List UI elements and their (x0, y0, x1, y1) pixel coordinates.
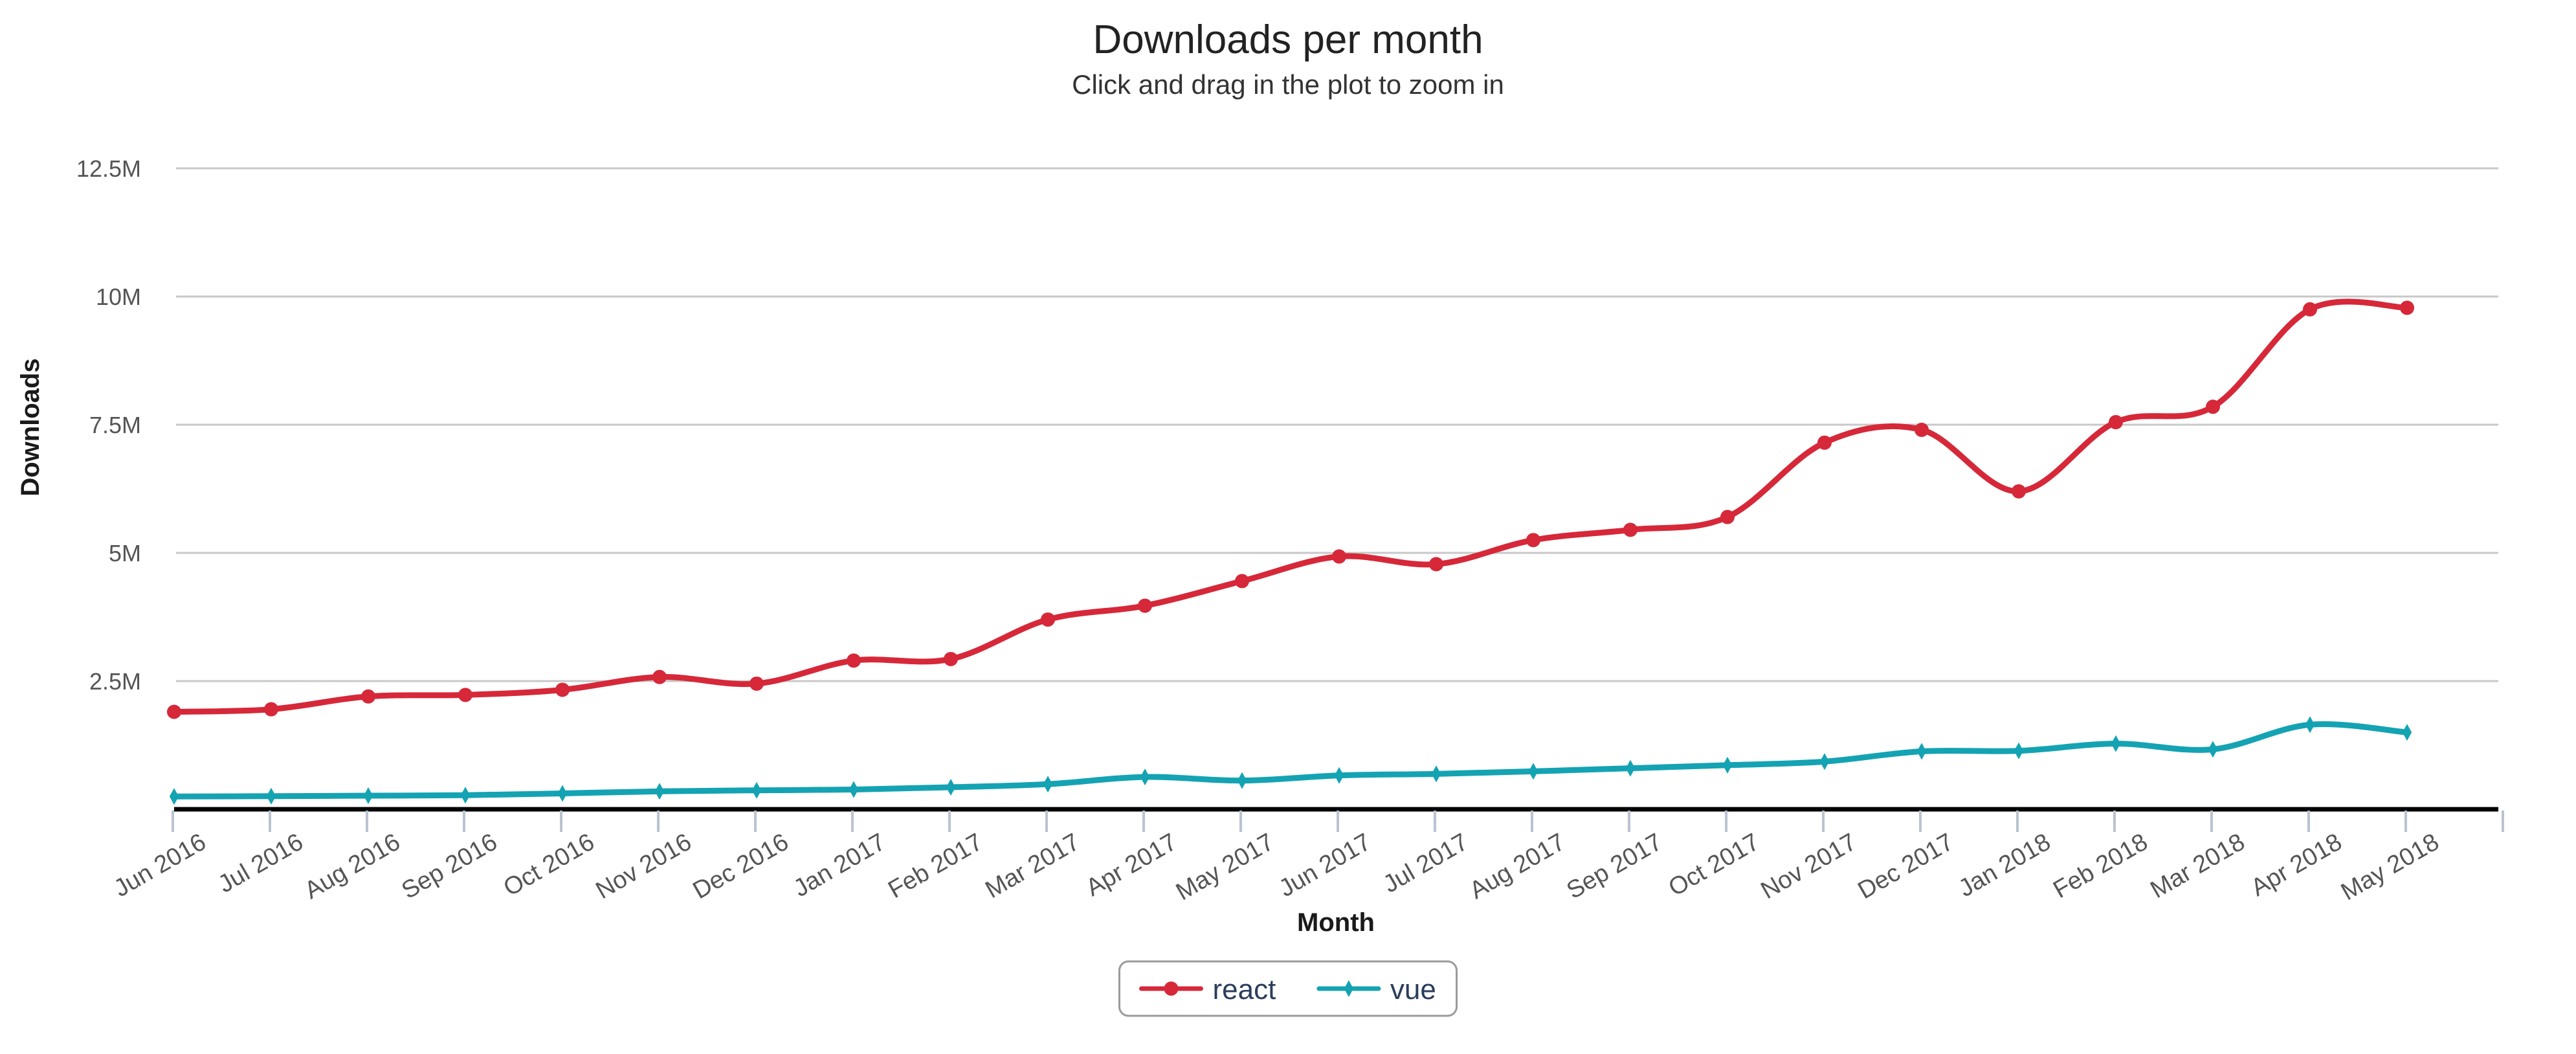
data-point-vue[interactable] (2014, 742, 2024, 759)
series-line-react[interactable] (171, 298, 2410, 715)
series-lines-group[interactable] (171, 298, 2410, 800)
series-line-vue[interactable] (171, 721, 2410, 800)
data-point-react[interactable] (167, 704, 181, 719)
x-axis-tick-label: Feb 2017 (883, 828, 987, 904)
data-point-react[interactable] (2400, 300, 2414, 315)
chart-subtitle: Click and drag in the plot to zoom in (1072, 69, 1504, 100)
data-point-react[interactable] (2109, 415, 2123, 430)
data-point-vue[interactable] (1237, 772, 1247, 789)
downloads-per-month-chart[interactable]: Downloads per month Click and drag in th… (0, 0, 2576, 1054)
data-point-vue[interactable] (1431, 765, 1441, 783)
y-axis-tick-label: 7.5M (89, 412, 141, 438)
gridlines-group (176, 167, 2498, 682)
x-axis-tick-label: Mar 2017 (981, 828, 1084, 904)
data-point-vue[interactable] (751, 781, 762, 799)
x-axis-tick-label: Apr 2017 (1082, 828, 1182, 901)
data-point-react[interactable] (1235, 574, 1249, 589)
data-point-react[interactable] (749, 676, 764, 691)
data-point-vue[interactable] (946, 778, 956, 796)
x-axis-tick-label: Jan 2017 (789, 828, 890, 903)
x-axis-tick-label: Apr 2018 (2247, 828, 2347, 901)
data-point-vue[interactable] (557, 785, 568, 802)
x-axis-tick-label: May 2018 (2337, 828, 2444, 906)
x-axis-tick-label: Aug 2017 (1465, 828, 1570, 904)
y-axis-tick-label: 2.5M (89, 668, 141, 695)
x-axis-tick-label: Sep 2016 (397, 828, 502, 904)
data-point-react[interactable] (264, 702, 278, 717)
data-point-vue[interactable] (2402, 724, 2412, 741)
x-axis-tick-labels: Jun 2016 Jul 2016Aug 2016Sep 2016Oct 2016… (109, 828, 2443, 906)
data-point-vue[interactable] (2111, 735, 2121, 752)
x-axis-title: Month (1297, 908, 1375, 937)
data-point-vue[interactable] (1043, 776, 1053, 793)
data-point-react[interactable] (1720, 510, 1735, 524)
x-axis-tick-label: Jul 2016 (214, 828, 307, 898)
x-axis-tick-label: Jun 2017 (1274, 828, 1375, 903)
data-point-react[interactable] (458, 688, 472, 702)
data-point-vue[interactable] (460, 787, 471, 804)
data-point-react[interactable] (1817, 435, 1832, 450)
data-point-vue[interactable] (169, 788, 179, 805)
y-axis-tick-label: 5M (109, 540, 141, 566)
data-point-react[interactable] (1915, 422, 1929, 437)
y-axis-tick-labels: 2.5M 5M 7.5M 10M 12.5M (76, 155, 141, 695)
legend-label-vue[interactable]: vue (1390, 974, 1436, 1005)
x-axis-tick-label: Aug 2016 (300, 828, 405, 904)
data-point-react[interactable] (2303, 302, 2317, 317)
legend-marker-react[interactable] (1164, 981, 1179, 996)
data-point-react[interactable] (555, 682, 570, 697)
y-axis-tick-label: 10M (96, 284, 141, 310)
data-point-react[interactable] (2012, 484, 2026, 499)
data-point-react[interactable] (1623, 522, 1638, 537)
x-axis-tick-label: Jan 2018 (1954, 828, 2055, 903)
x-axis-tick-marks (172, 811, 2504, 832)
chart-canvas[interactable]: Downloads per month Click and drag in th… (0, 0, 2576, 1054)
y-axis-title: Downloads (16, 358, 45, 496)
x-axis-tick-label: Nov 2016 (592, 828, 696, 904)
x-axis-tick-label: Feb 2018 (2049, 828, 2152, 904)
data-point-vue[interactable] (1140, 768, 1150, 786)
x-axis-tick-label: Jun 2016 (109, 828, 210, 903)
x-axis-tick-label: Jul 2017 (1379, 828, 1472, 898)
data-point-react[interactable] (1332, 549, 1346, 564)
data-point-react[interactable] (847, 653, 861, 668)
chart-title: Downloads per month (1093, 17, 1483, 62)
chart-legend[interactable]: react vue (1118, 960, 1458, 1017)
data-point-vue[interactable] (1334, 767, 1344, 784)
data-point-vue[interactable] (1528, 763, 1538, 780)
data-point-vue[interactable] (363, 787, 373, 805)
legend-label-react[interactable]: react (1212, 974, 1276, 1005)
x-axis-tick-label: Oct 2016 (499, 828, 599, 901)
data-point-vue[interactable] (1916, 743, 1927, 760)
data-point-react[interactable] (1429, 557, 1443, 572)
x-axis-tick-label: Dec 2016 (689, 828, 794, 904)
data-point-vue[interactable] (1625, 759, 1636, 777)
data-point-react[interactable] (361, 689, 375, 704)
x-axis-tick-label: Oct 2017 (1664, 828, 1764, 901)
data-point-vue[interactable] (849, 781, 859, 798)
x-axis-tick-label: Nov 2017 (1757, 828, 1861, 904)
x-axis-tick-label: Mar 2018 (2146, 828, 2249, 904)
data-point-vue[interactable] (266, 787, 276, 805)
x-axis-tick-label: Sep 2017 (1562, 828, 1667, 904)
data-point-react[interactable] (2206, 399, 2220, 414)
data-point-react[interactable] (652, 669, 667, 684)
data-point-vue[interactable] (1819, 753, 1830, 770)
data-point-vue[interactable] (2208, 741, 2218, 758)
data-point-vue[interactable] (2305, 716, 2315, 734)
data-point-vue[interactable] (654, 783, 665, 800)
data-point-react[interactable] (1526, 533, 1540, 548)
x-axis-tick-label: Dec 2017 (1854, 828, 1959, 904)
data-point-react[interactable] (1041, 612, 1055, 627)
data-point-vue[interactable] (1722, 756, 1733, 774)
x-axis-tick-label: May 2017 (1171, 828, 1279, 906)
y-axis-tick-label: 12.5M (76, 155, 141, 182)
data-point-react[interactable] (944, 651, 958, 666)
data-point-react[interactable] (1138, 598, 1152, 613)
